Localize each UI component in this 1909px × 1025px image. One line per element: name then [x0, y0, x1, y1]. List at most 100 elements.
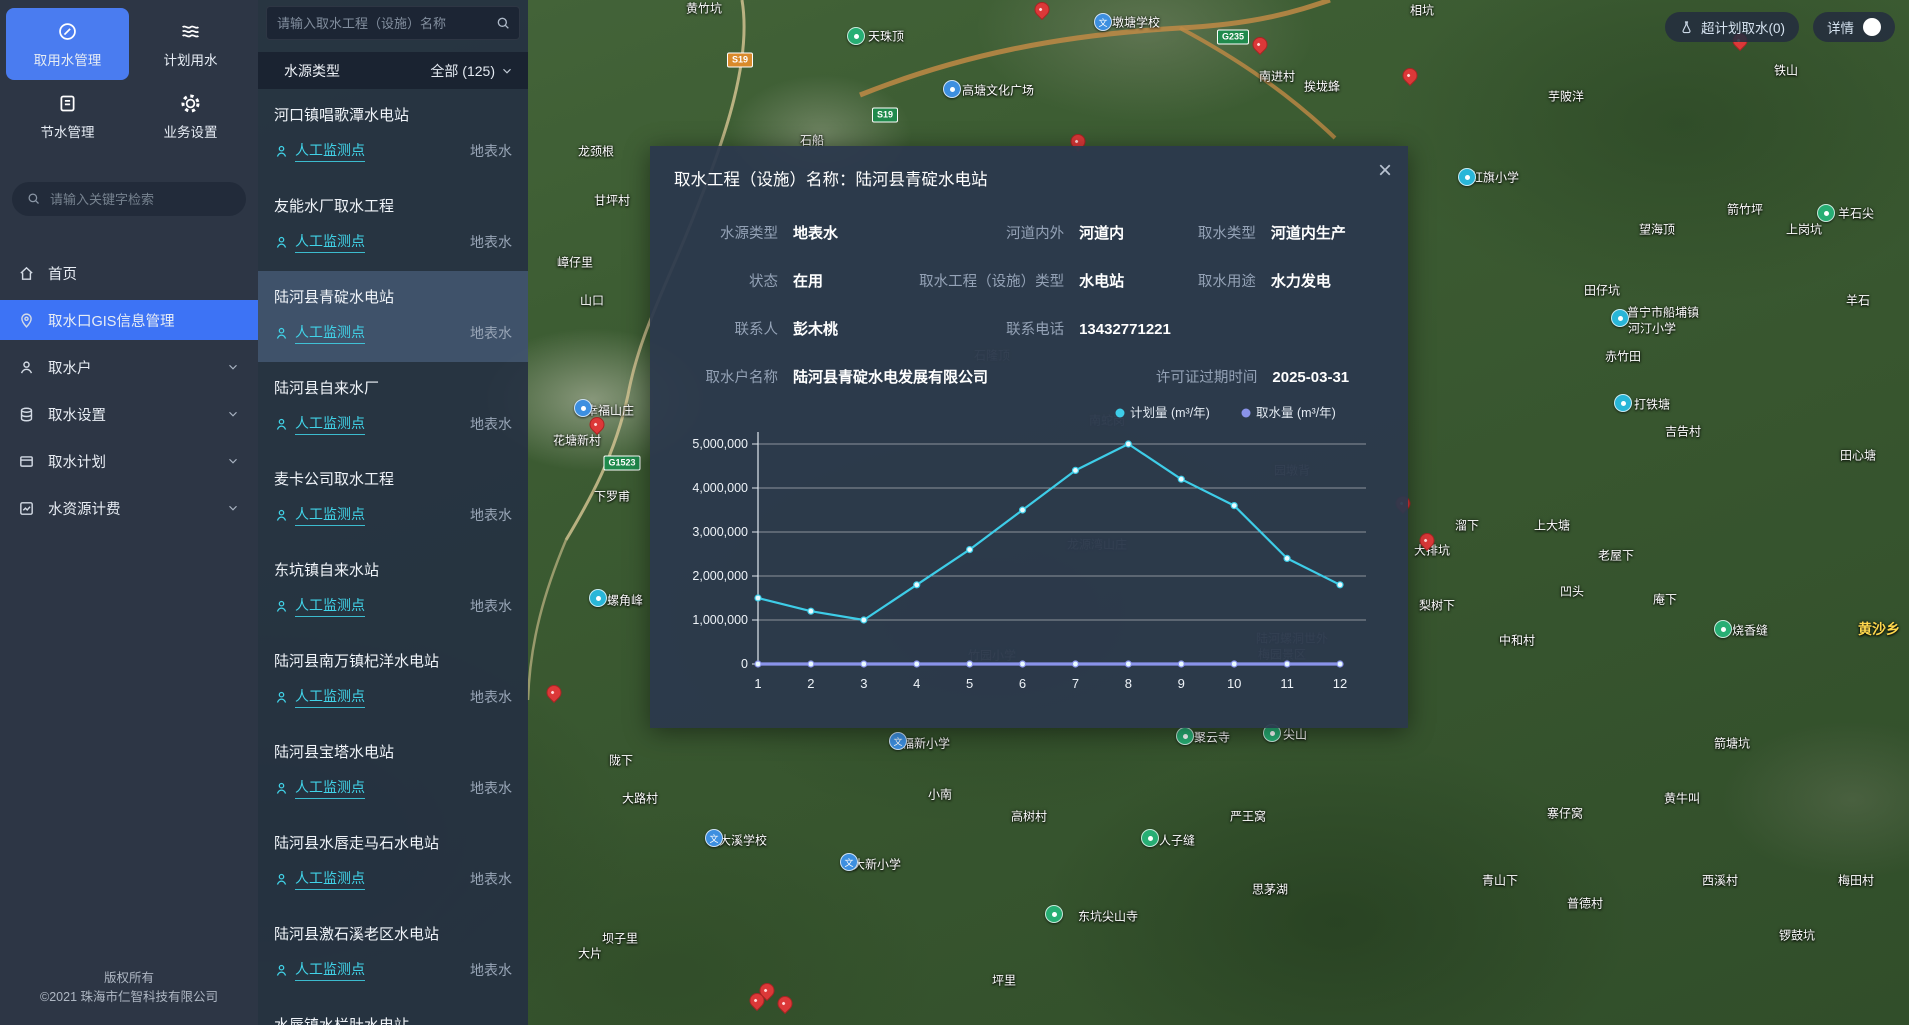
list-item[interactable]: 水唇镇水栏肚水电站人工监测点地表水 [258, 999, 528, 1025]
facility-name: 陆河县宝塔水电站 [274, 741, 512, 762]
map-label: 中和村 [1499, 632, 1535, 649]
school-marker[interactable]: 文 [705, 829, 723, 847]
monitor-type-link[interactable]: 人工监测点 [295, 140, 365, 162]
detail-field: 联系人彭木桃 [650, 318, 888, 339]
map-label: 南进村 [1259, 68, 1295, 85]
school-marker[interactable] [574, 399, 592, 417]
over-plan-intake-button[interactable]: 超计划取水(0) [1665, 12, 1799, 42]
x-tick-label: 7 [1072, 676, 1079, 691]
app-root: 黄竹坑天珠顶墩塘学校相坑南进村挨垅蜂芋陂洋铁山龙颈根石船高塘文化广场甘坪村嶂仔里… [0, 0, 1909, 1025]
close-icon[interactable]: × [1378, 160, 1392, 182]
monitor-type-link[interactable]: 人工监测点 [295, 868, 365, 890]
poi-marker[interactable] [1176, 727, 1194, 745]
monitor-type-link[interactable]: 人工监测点 [295, 959, 365, 981]
list-item[interactable]: 陆河县青碇水电站人工监测点地表水 [258, 271, 528, 362]
list-item[interactable]: 东坑镇自来水站人工监测点地表水 [258, 544, 528, 635]
map-label: 挨垅蜂 [1304, 78, 1340, 95]
list-item[interactable]: 陆河县水唇走马石水电站人工监测点地表水 [258, 817, 528, 908]
intake-search-input[interactable] [266, 6, 520, 40]
water-source-type: 地表水 [470, 960, 512, 980]
y-tick-label: 3,000,000 [692, 525, 748, 539]
list-item[interactable]: 友能水厂取水工程人工监测点地表水 [258, 180, 528, 271]
poi-marker[interactable] [1714, 620, 1732, 638]
school-marker[interactable]: 文 [840, 853, 858, 871]
map-label: 小南 [928, 786, 952, 803]
chevron-down-icon [226, 501, 240, 515]
module-1[interactable]: 取用水管理 [6, 8, 129, 80]
poi-marker[interactable] [1614, 394, 1632, 412]
poi-marker[interactable] [589, 589, 607, 607]
toggle-knob[interactable] [1863, 18, 1881, 36]
school-marker[interactable] [943, 80, 961, 98]
sidebar-item-3[interactable]: 取水户 [0, 347, 258, 387]
sidebar-item-2[interactable]: 取水口GIS信息管理 [0, 300, 258, 340]
map-label: 人子缝 [1159, 832, 1195, 849]
map-label: 螺角峰 [607, 592, 643, 609]
monitor-type-link[interactable]: 人工监测点 [295, 413, 365, 435]
map-label: 上大塘 [1534, 517, 1570, 534]
map-label: 高塘文化广场 [962, 82, 1034, 99]
monitor-type-link[interactable]: 人工监测点 [295, 777, 365, 799]
poi-marker[interactable] [1817, 204, 1835, 222]
data-point [1178, 476, 1184, 482]
map-label: 坝子里 [602, 930, 638, 947]
detail-field: 水源类型地表水 [650, 222, 888, 243]
water-source-type: 地表水 [470, 323, 512, 343]
data-point [1337, 661, 1343, 667]
location-pin-icon [18, 312, 35, 329]
poi-marker[interactable] [1141, 829, 1159, 847]
list-item[interactable]: 麦卡公司取水工程人工监测点地表水 [258, 453, 528, 544]
filter-value-dropdown[interactable]: 全部 (125) [430, 61, 514, 81]
field-label: 取水用途 [1156, 270, 1256, 291]
monitor-type-link[interactable]: 人工监测点 [295, 504, 365, 526]
map-label: 黄牛叫 [1664, 790, 1700, 807]
road-shield: S19 [727, 53, 753, 68]
y-tick-label: 2,000,000 [692, 569, 748, 583]
detail-field: 联系电话13432771221 [888, 318, 1156, 339]
sidebar-search-input[interactable] [12, 182, 246, 216]
list-item[interactable]: 陆河县南万镇杞洋水电站人工监测点地表水 [258, 635, 528, 726]
search-icon[interactable] [495, 15, 511, 31]
list-item[interactable]: 陆河县自来水厂人工监测点地表水 [258, 362, 528, 453]
monitor-type-link[interactable]: 人工监测点 [295, 322, 365, 344]
module-3[interactable]: 节水管理 [6, 80, 129, 152]
sidebar-item-5[interactable]: 取水计划 [0, 441, 258, 481]
sidebar-item-1[interactable]: 首页 [0, 253, 258, 293]
detail-toggle[interactable]: 详情 [1813, 12, 1895, 42]
data-point [1178, 661, 1184, 667]
map-label: 吉告村 [1665, 423, 1701, 440]
list-item[interactable]: 河口镇唱歌潭水电站人工监测点地表水 [258, 89, 528, 180]
sidebar-item-4[interactable]: 取水设置 [0, 394, 258, 434]
x-tick-label: 1 [754, 676, 761, 691]
sidebar-item-6[interactable]: 水资源计费 [0, 488, 258, 528]
data-point [1284, 555, 1290, 561]
monitor-type-link[interactable]: 人工监测点 [295, 231, 365, 253]
poi-marker[interactable] [847, 27, 865, 45]
map-label: 箭竹坪 [1727, 201, 1763, 218]
map-label: 梅田村 [1838, 872, 1874, 889]
sidebar-menu: 首页取水口GIS信息管理取水户取水设置取水计划水资源计费 [0, 246, 258, 969]
module-4[interactable]: 业务设置 [129, 80, 252, 152]
map-label: 大片 [578, 945, 602, 962]
poi-marker[interactable] [1611, 309, 1629, 327]
school-marker[interactable]: 文 [1094, 13, 1112, 31]
map-label: 龙颈根 [578, 143, 614, 160]
x-tick-label: 10 [1227, 676, 1241, 691]
school-marker[interactable]: 文 [889, 732, 907, 750]
poi-marker[interactable] [1045, 905, 1063, 923]
y-tick-label: 5,000,000 [692, 437, 748, 451]
map-label: 西溪村 [1702, 872, 1738, 889]
map-label: 溜下 [1455, 517, 1479, 534]
poi-marker[interactable] [1458, 168, 1476, 186]
module-2[interactable]: 计划用水 [129, 8, 252, 80]
facility-name: 陆河县水唇走马石水电站 [274, 832, 512, 853]
document-icon [57, 93, 78, 114]
map-label: 庵下 [1653, 591, 1677, 608]
list-item[interactable]: 陆河县激石溪老区水电站人工监测点地表水 [258, 908, 528, 999]
monitor-type-link[interactable]: 人工监测点 [295, 595, 365, 617]
monitor-type-link[interactable]: 人工监测点 [295, 686, 365, 708]
gear-icon [180, 93, 201, 114]
list-item[interactable]: 陆河县宝塔水电站人工监测点地表水 [258, 726, 528, 817]
facility-name: 陆河县自来水厂 [274, 377, 512, 398]
legend-dot [1116, 409, 1125, 418]
